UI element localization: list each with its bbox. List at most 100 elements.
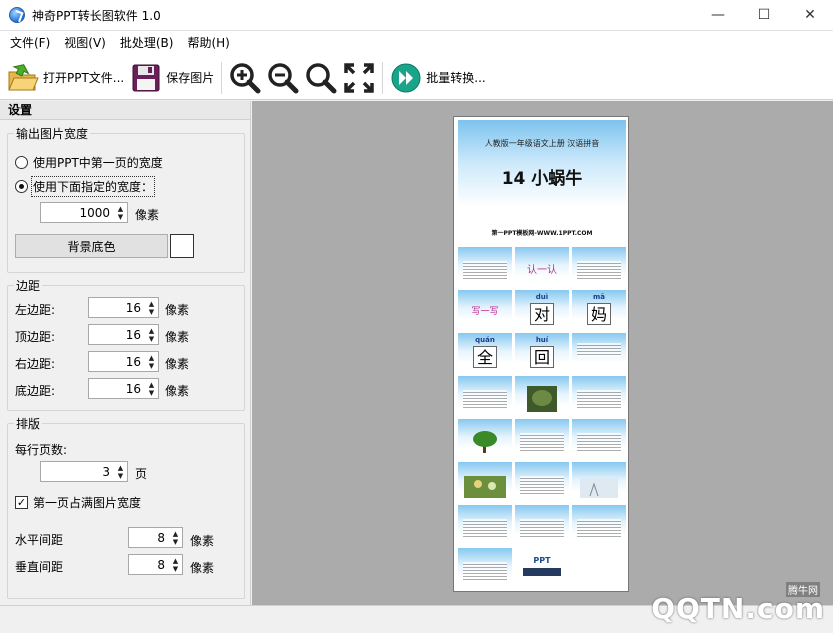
- app-icon: [9, 7, 25, 23]
- slide-heading: 认一认: [527, 265, 557, 276]
- slide-text-lines: [577, 519, 621, 539]
- top-margin-spinbox[interactable]: 16 ▲ ▼: [88, 324, 159, 345]
- menu-bar: 文件(F) 视图(V) 批处理(B) 帮助(H): [0, 31, 833, 56]
- slide-garden-image: [464, 476, 506, 498]
- slide-pinyin: mā: [592, 293, 606, 301]
- window-controls: — ☐ ✕: [695, 0, 833, 30]
- spin-arrows-icon[interactable]: ▲ ▼: [169, 555, 182, 574]
- open-ppt-button[interactable]: 打开PPT文件...: [4, 58, 127, 98]
- bottom-margin-value: 16: [125, 381, 141, 396]
- spin-arrows-icon[interactable]: ▲ ▼: [145, 379, 158, 398]
- custom-width-label: 使用下面指定的宽度：: [30, 176, 156, 197]
- fit-screen-button[interactable]: [340, 58, 378, 98]
- background-color-swatch[interactable]: [170, 234, 194, 258]
- slide-thumb: mā 妈: [572, 290, 626, 330]
- output-width-group: 输出图片宽度 使用PPT中第一页的宽度 使用下面指定的宽度： 1000 ▲ ▼ 像…: [7, 125, 245, 273]
- watermark: 腾牛网 QQTN.com: [620, 582, 825, 630]
- slide-text-lines: [520, 433, 564, 453]
- right-margin-spinbox[interactable]: 16 ▲ ▼: [88, 351, 159, 372]
- slide-text-lines: [463, 261, 507, 281]
- slide-text-lines: [577, 343, 621, 357]
- slide-text-lines: [520, 476, 564, 496]
- width-unit: 像素: [135, 208, 160, 222]
- slide-thumb: 写一写: [458, 290, 512, 330]
- preview-area[interactable]: 人教版一年级语文上册 汉语拼音 14 小蜗牛 第一PPT模板网-WWW.1PPT…: [252, 101, 833, 605]
- slide-pinyin: quán: [475, 336, 495, 344]
- spin-arrows-icon[interactable]: ▲ ▼: [114, 203, 127, 222]
- slide-thumb: duì 对: [515, 290, 569, 330]
- top-margin-unit: 像素: [165, 330, 190, 344]
- zoom-reset-button[interactable]: [302, 58, 340, 98]
- slide-thumb: [458, 548, 512, 588]
- slide-thumb: [515, 505, 569, 545]
- vertical-gap-unit: 像素: [190, 561, 215, 575]
- slide-text-lines: [463, 562, 507, 582]
- spin-arrows-icon[interactable]: ▲ ▼: [145, 298, 158, 317]
- menu-file[interactable]: 文件(F): [3, 31, 57, 56]
- background-color-button[interactable]: 背景底色: [15, 234, 168, 258]
- slide-thumb: [458, 505, 512, 545]
- slide-thumb: [572, 247, 626, 287]
- slide-thumb: [572, 419, 626, 459]
- vertical-gap-spinbox[interactable]: 8 ▲ ▼: [128, 554, 183, 575]
- pages-per-row-value: 3: [102, 464, 110, 479]
- long-image-page: 人教版一年级语文上册 汉语拼音 14 小蜗牛 第一PPT模板网-WWW.1PPT…: [453, 116, 629, 592]
- toolbar: 打开PPT文件... 保存图片 批量转换...: [0, 56, 833, 100]
- fullscreen-icon: [343, 62, 375, 94]
- slide-thumb: [458, 376, 512, 416]
- bottom-margin-spinbox[interactable]: 16 ▲ ▼: [88, 378, 159, 399]
- width-spinbox[interactable]: 1000 ▲ ▼: [40, 202, 128, 223]
- top-margin-value: 16: [125, 327, 141, 342]
- menu-help[interactable]: 帮助(H): [180, 31, 236, 56]
- first-page-full-width-label: 第一页占满图片宽度: [33, 496, 142, 510]
- zoom-out-button[interactable]: [264, 58, 302, 98]
- vertical-gap-value: 8: [157, 557, 165, 572]
- slide-thumb: [572, 462, 626, 502]
- top-margin-label: 顶边距:: [15, 330, 56, 344]
- slide-photo: [527, 386, 557, 412]
- spin-arrows-icon[interactable]: ▲ ▼: [169, 528, 182, 547]
- batch-convert-label: 批量转换...: [426, 71, 486, 85]
- slide-text-lines: [577, 433, 621, 453]
- cover-subtitle: 人教版一年级语文上册 汉语拼音: [484, 139, 600, 148]
- slide-thumb: quán 全: [458, 333, 512, 373]
- batch-convert-button[interactable]: 批量转换...: [387, 58, 488, 98]
- margin-title: 边距: [14, 277, 43, 294]
- custom-width-radio[interactable]: 使用下面指定的宽度：: [15, 176, 156, 197]
- toolbar-separator: [221, 61, 223, 94]
- first-page-width-radio[interactable]: 使用PPT中第一页的宽度: [15, 154, 163, 171]
- menu-view[interactable]: 视图(V): [57, 31, 113, 56]
- title-bar: 神奇PPT转长图软件 1.0 — ☐ ✕: [0, 0, 833, 31]
- window-title: 神奇PPT转长图软件 1.0: [32, 8, 161, 23]
- watermark-brand: QQTN.com: [651, 592, 825, 625]
- zoom-in-button[interactable]: [226, 58, 264, 98]
- slide-pinyin: duì: [535, 293, 549, 301]
- bottom-margin-label: 底边距:: [15, 384, 56, 398]
- toolbar-separator: [382, 61, 384, 94]
- first-page-width-label: 使用PPT中第一页的宽度: [33, 156, 163, 170]
- cover-slide: 人教版一年级语文上册 汉语拼音 14 小蜗牛 第一PPT模板网-WWW.1PPT…: [458, 120, 626, 244]
- spin-arrows-icon[interactable]: ▲ ▼: [114, 462, 127, 481]
- horizontal-gap-spinbox[interactable]: 8 ▲ ▼: [128, 527, 183, 548]
- width-value: 1000: [79, 205, 110, 220]
- minimize-button[interactable]: —: [695, 0, 741, 30]
- horizontal-gap-unit: 像素: [190, 534, 215, 548]
- left-margin-value: 16: [125, 300, 141, 315]
- save-image-button[interactable]: 保存图片: [127, 58, 217, 98]
- first-page-full-width-checkbox[interactable]: ✓ 第一页占满图片宽度: [15, 494, 141, 511]
- slide-tree-image: [473, 431, 497, 453]
- menu-batch[interactable]: 批处理(B): [113, 31, 181, 56]
- slide-thumb: [572, 333, 626, 373]
- settings-header: 设置: [0, 101, 250, 120]
- vertical-gap-label: 垂直间距: [15, 560, 64, 574]
- slide-pinyin: huí: [535, 336, 549, 344]
- spin-arrows-icon[interactable]: ▲ ▼: [145, 325, 158, 344]
- horizontal-gap-label: 水平间距: [15, 533, 64, 547]
- close-button[interactable]: ✕: [787, 0, 833, 30]
- pages-per-row-spinbox[interactable]: 3 ▲ ▼: [40, 461, 128, 482]
- layout-title: 排版: [14, 415, 43, 432]
- maximize-button[interactable]: ☐: [741, 0, 787, 30]
- left-margin-spinbox[interactable]: 16 ▲ ▼: [88, 297, 159, 318]
- slide-thumb: huí 回: [515, 333, 569, 373]
- spin-arrows-icon[interactable]: ▲ ▼: [145, 352, 158, 371]
